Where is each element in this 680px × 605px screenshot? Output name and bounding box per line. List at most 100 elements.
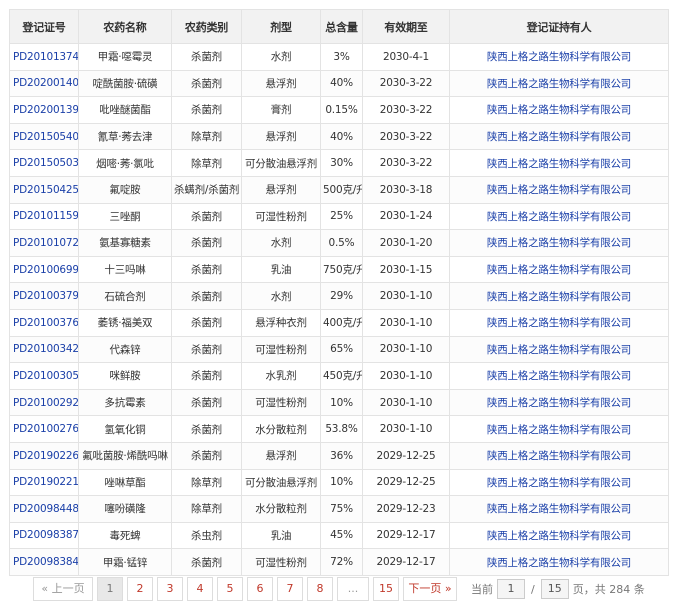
cell-expiry: 2030-1-10 — [362, 415, 450, 443]
cell-holder[interactable]: 陕西上格之路生物科学有限公司 — [449, 229, 669, 257]
table-row: PD20200140 啶酰菌胺·硫磺 杀菌剂 悬浮剂 40% 2030-3-22 陕西上格之… — [9, 69, 669, 98]
cell-holder[interactable]: 陕西上格之路生物科学有限公司 — [449, 308, 669, 337]
current-page-input[interactable]: 1 — [497, 579, 525, 599]
cell-reg-no[interactable]: PD20150540 — [9, 122, 79, 151]
cell-holder[interactable]: 陕西上格之路生物科学有限公司 — [449, 468, 669, 497]
cell-formulation: 水分散粒剂 — [241, 495, 321, 523]
page-button-7[interactable]: 7 — [277, 577, 303, 601]
page-button-5[interactable]: 5 — [217, 577, 243, 601]
table-row: PD20098384 甲霜·锰锌 杀菌剂 可湿性粉剂 72% 2029-12-17 陕西上格… — [9, 548, 669, 576]
cell-holder[interactable]: 陕西上格之路生物科学有限公司 — [449, 282, 669, 310]
header-name: 农药名称 — [78, 9, 172, 44]
cell-content: 30% — [320, 149, 363, 177]
cell-holder[interactable]: 陕西上格之路生物科学有限公司 — [449, 548, 669, 576]
cell-holder[interactable]: 陕西上格之路生物科学有限公司 — [449, 175, 669, 204]
cell-holder[interactable]: 陕西上格之路生物科学有限公司 — [449, 202, 669, 231]
cell-category: 杀菌剂 — [171, 229, 242, 257]
table-row: PD20190221 唑啉草酯 除草剂 可分散油悬浮剂 10% 2029-12-25 陕西上… — [9, 468, 669, 497]
cell-name: 噻吩磺隆 — [78, 495, 172, 523]
cell-expiry: 2029-12-17 — [362, 548, 450, 576]
cell-name: 唑啉草酯 — [78, 468, 172, 497]
page-button-1[interactable]: 1 — [97, 577, 123, 601]
cell-holder[interactable]: 陕西上格之路生物科学有限公司 — [449, 388, 669, 417]
cell-content: 40% — [320, 69, 363, 98]
cell-holder[interactable]: 陕西上格之路生物科学有限公司 — [449, 441, 669, 470]
cell-category: 杀菌剂 — [171, 282, 242, 310]
cell-reg-no[interactable]: PD20100376 — [9, 308, 79, 337]
cell-holder[interactable]: 陕西上格之路生物科学有限公司 — [449, 495, 669, 523]
cell-holder[interactable]: 陕西上格之路生物科学有限公司 — [449, 122, 669, 151]
cell-category: 除草剂 — [171, 122, 242, 151]
page-button-3[interactable]: 3 — [157, 577, 183, 601]
cell-reg-no[interactable]: PD20098384 — [9, 548, 79, 576]
table-row: PD20100379 石硫合剂 杀菌剂 水剂 29% 2030-1-10 陕西上格之路生物科… — [9, 282, 669, 310]
cell-formulation: 水分散粒剂 — [241, 415, 321, 443]
cell-formulation: 悬浮剂 — [241, 122, 321, 151]
cell-holder[interactable]: 陕西上格之路生物科学有限公司 — [449, 69, 669, 98]
cell-formulation: 可分散油悬浮剂 — [241, 468, 321, 497]
cell-name: 吡唑醚菌酯 — [78, 96, 172, 124]
cell-reg-no[interactable]: PD20150503 — [9, 149, 79, 177]
page-button-8[interactable]: 8 — [307, 577, 333, 601]
header-formulation: 剂型 — [241, 9, 321, 44]
registration-table: 登记证号 农药名称 农药类别 剂型 总含量 有效期至 登记证持有人 PD2010… — [9, 9, 669, 576]
cell-holder[interactable]: 陕西上格之路生物科学有限公司 — [449, 43, 669, 71]
cell-category: 杀菌剂 — [171, 441, 242, 470]
cell-reg-no[interactable]: PD20098387 — [9, 521, 79, 550]
cell-expiry: 2030-4-1 — [362, 43, 450, 71]
cell-expiry: 2030-3-22 — [362, 149, 450, 177]
cell-expiry: 2030-1-15 — [362, 255, 450, 284]
cell-name: 甲霜·噁霉灵 — [78, 43, 172, 71]
table-row: PD20150540 氰草·莠去津 除草剂 悬浮剂 40% 2030-3-22 陕西上格之路… — [9, 122, 669, 151]
cell-category: 杀菌剂 — [171, 202, 242, 231]
cell-name: 石硫合剂 — [78, 282, 172, 310]
cell-expiry: 2029-12-25 — [362, 468, 450, 497]
cell-reg-no[interactable]: PD20200139 — [9, 96, 79, 124]
cell-reg-no[interactable]: PD20098448 — [9, 495, 79, 523]
cell-name: 咪鲜胺 — [78, 362, 172, 390]
cell-content: 65% — [320, 335, 363, 364]
cell-category: 杀菌剂 — [171, 362, 242, 390]
cell-reg-no[interactable]: PD20190221 — [9, 468, 79, 497]
cell-holder[interactable]: 陕西上格之路生物科学有限公司 — [449, 521, 669, 550]
page-button-15[interactable]: 15 — [373, 577, 399, 601]
cell-reg-no[interactable]: PD20200140 — [9, 69, 79, 98]
table-row: PD20150425 氟啶胺 杀螨剂/杀菌剂 悬浮剂 500克/升 2030-3-18 陕西… — [9, 175, 669, 204]
cell-reg-no[interactable]: PD20100292 — [9, 388, 79, 417]
cell-reg-no[interactable]: PD20100699 — [9, 255, 79, 284]
cell-reg-no[interactable]: PD20150425 — [9, 175, 79, 204]
cell-reg-no[interactable]: PD20100276 — [9, 415, 79, 443]
cell-reg-no[interactable]: PD20100342 — [9, 335, 79, 364]
cell-category: 杀虫剂 — [171, 521, 242, 550]
page-button-2[interactable]: 2 — [127, 577, 153, 601]
cell-category: 杀螨剂/杀菌剂 — [171, 175, 242, 204]
cell-reg-no[interactable]: PD20190226 — [9, 441, 79, 470]
cell-holder[interactable]: 陕西上格之路生物科学有限公司 — [449, 149, 669, 177]
cell-holder[interactable]: 陕西上格之路生物科学有限公司 — [449, 415, 669, 443]
next-page-button[interactable]: 下一页 » — [403, 577, 457, 601]
cell-holder[interactable]: 陕西上格之路生物科学有限公司 — [449, 362, 669, 390]
cell-expiry: 2029-12-17 — [362, 521, 450, 550]
prev-page-button[interactable]: « 上一页 — [33, 577, 93, 601]
cell-formulation: 水剂 — [241, 43, 321, 71]
cell-reg-no[interactable]: PD20100305 — [9, 362, 79, 390]
cell-holder[interactable]: 陕西上格之路生物科学有限公司 — [449, 96, 669, 124]
cell-reg-no[interactable]: PD20101374 — [9, 43, 79, 71]
cell-reg-no[interactable]: PD20101159 — [9, 202, 79, 231]
cell-formulation: 可湿性粉剂 — [241, 335, 321, 364]
page-button-6[interactable]: 6 — [247, 577, 273, 601]
page-button-4[interactable]: 4 — [187, 577, 213, 601]
cell-content: 400克/升 — [320, 308, 363, 337]
cell-holder[interactable]: 陕西上格之路生物科学有限公司 — [449, 255, 669, 284]
cell-name: 毒死蜱 — [78, 521, 172, 550]
cell-reg-no[interactable]: PD20100379 — [9, 282, 79, 310]
cell-formulation: 可湿性粉剂 — [241, 202, 321, 231]
cell-content: 500克/升 — [320, 175, 363, 204]
cell-formulation: 水剂 — [241, 282, 321, 310]
cell-formulation: 悬浮剂 — [241, 69, 321, 98]
cell-formulation: 可湿性粉剂 — [241, 548, 321, 576]
cell-holder[interactable]: 陕西上格之路生物科学有限公司 — [449, 335, 669, 364]
jump-suffix: 页，共 284 条 — [572, 583, 645, 596]
cell-reg-no[interactable]: PD20101072 — [9, 229, 79, 257]
cell-content: 450克/升 — [320, 362, 363, 390]
